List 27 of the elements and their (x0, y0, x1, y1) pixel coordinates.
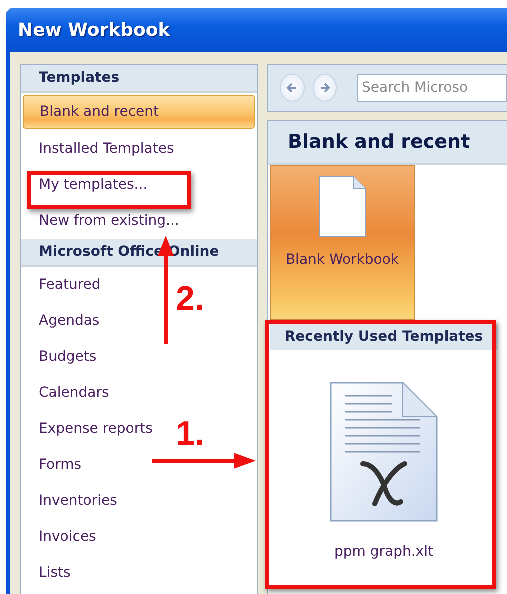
step-number: 2. (176, 280, 204, 319)
sidebar-item[interactable]: Agendas (21, 311, 104, 331)
sidebar-item[interactable]: Blank and recent (23, 95, 255, 129)
sidebar-item[interactable]: My templates... (21, 175, 152, 195)
sidebar-item[interactable]: Forms (21, 455, 86, 475)
sidebar-item[interactable]: Invoices (21, 527, 100, 547)
forward-button[interactable] (312, 74, 337, 102)
sidebar-item[interactable]: Featured (21, 275, 105, 295)
search-field[interactable]: Search Microso (357, 74, 507, 102)
spreadsheet-template-icon[interactable] (330, 382, 438, 522)
sidebar-item[interactable]: Inventories (21, 491, 122, 511)
sidebar-item[interactable]: New from existing... (21, 211, 184, 231)
window-title: New Workbook (18, 20, 170, 40)
step-number: 1. (176, 415, 204, 454)
sidebar-item[interactable]: Budgets (21, 347, 101, 367)
section-header: Templates (21, 65, 257, 93)
sidebar-item[interactable]: Expense reports (21, 419, 157, 439)
tile-label: Blank Workbook (286, 252, 400, 268)
back-button[interactable] (280, 74, 304, 102)
content-heading: Blank and recent (288, 131, 470, 153)
file-label: ppm graph.xlt (334, 544, 434, 560)
section-header: Recently Used Templates (270, 324, 498, 350)
sidebar-item[interactable]: Lists (21, 563, 75, 583)
sidebar-item[interactable]: Installed Templates (21, 139, 178, 159)
template-tile[interactable]: Blank Workbook (270, 165, 415, 320)
sidebar-item[interactable]: Calendars (21, 383, 114, 403)
blank-document-icon (318, 176, 366, 238)
